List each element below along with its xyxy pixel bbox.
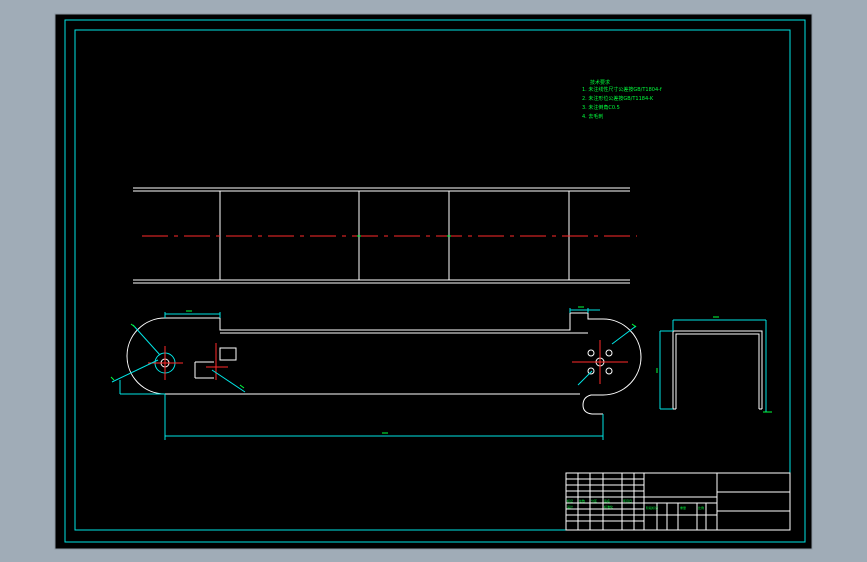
title-block-cell-8: 阶段标记 <box>646 505 658 510</box>
title-block-cell-9: 重量 <box>680 505 686 510</box>
notes-line-2: 2. 未注形位公差按GB/T1184-K <box>582 95 654 102</box>
notes-line-3: 3. 未注倒角C0.5 <box>582 104 620 111</box>
title-block-cell-7: 标准化 <box>604 504 613 509</box>
notes-title: 技术要求 <box>590 79 610 86</box>
notes-line-4: 4. 去毛刺 <box>582 113 603 120</box>
title-block-cell-10: 比例 <box>698 505 704 510</box>
title-block-cell-4: 签名 <box>604 498 610 503</box>
title-block-cell-2: 处数 <box>579 498 585 503</box>
drawing-sheet <box>54 13 813 550</box>
title-block-cell-1: 标记 <box>567 498 573 503</box>
title-block-cell-5: 年月日 <box>623 498 632 503</box>
notes-line-1: 1. 未注线性尺寸公差按GB/T1804-f <box>582 86 662 93</box>
cad-drawing: 技术要求 1. 未注线性尺寸公差按GB/T1804-f 2. 未注形位公差按GB… <box>54 13 813 550</box>
title-block-cell-3: 分区 <box>591 498 597 503</box>
title-block-cell-6: 设计 <box>567 504 573 509</box>
